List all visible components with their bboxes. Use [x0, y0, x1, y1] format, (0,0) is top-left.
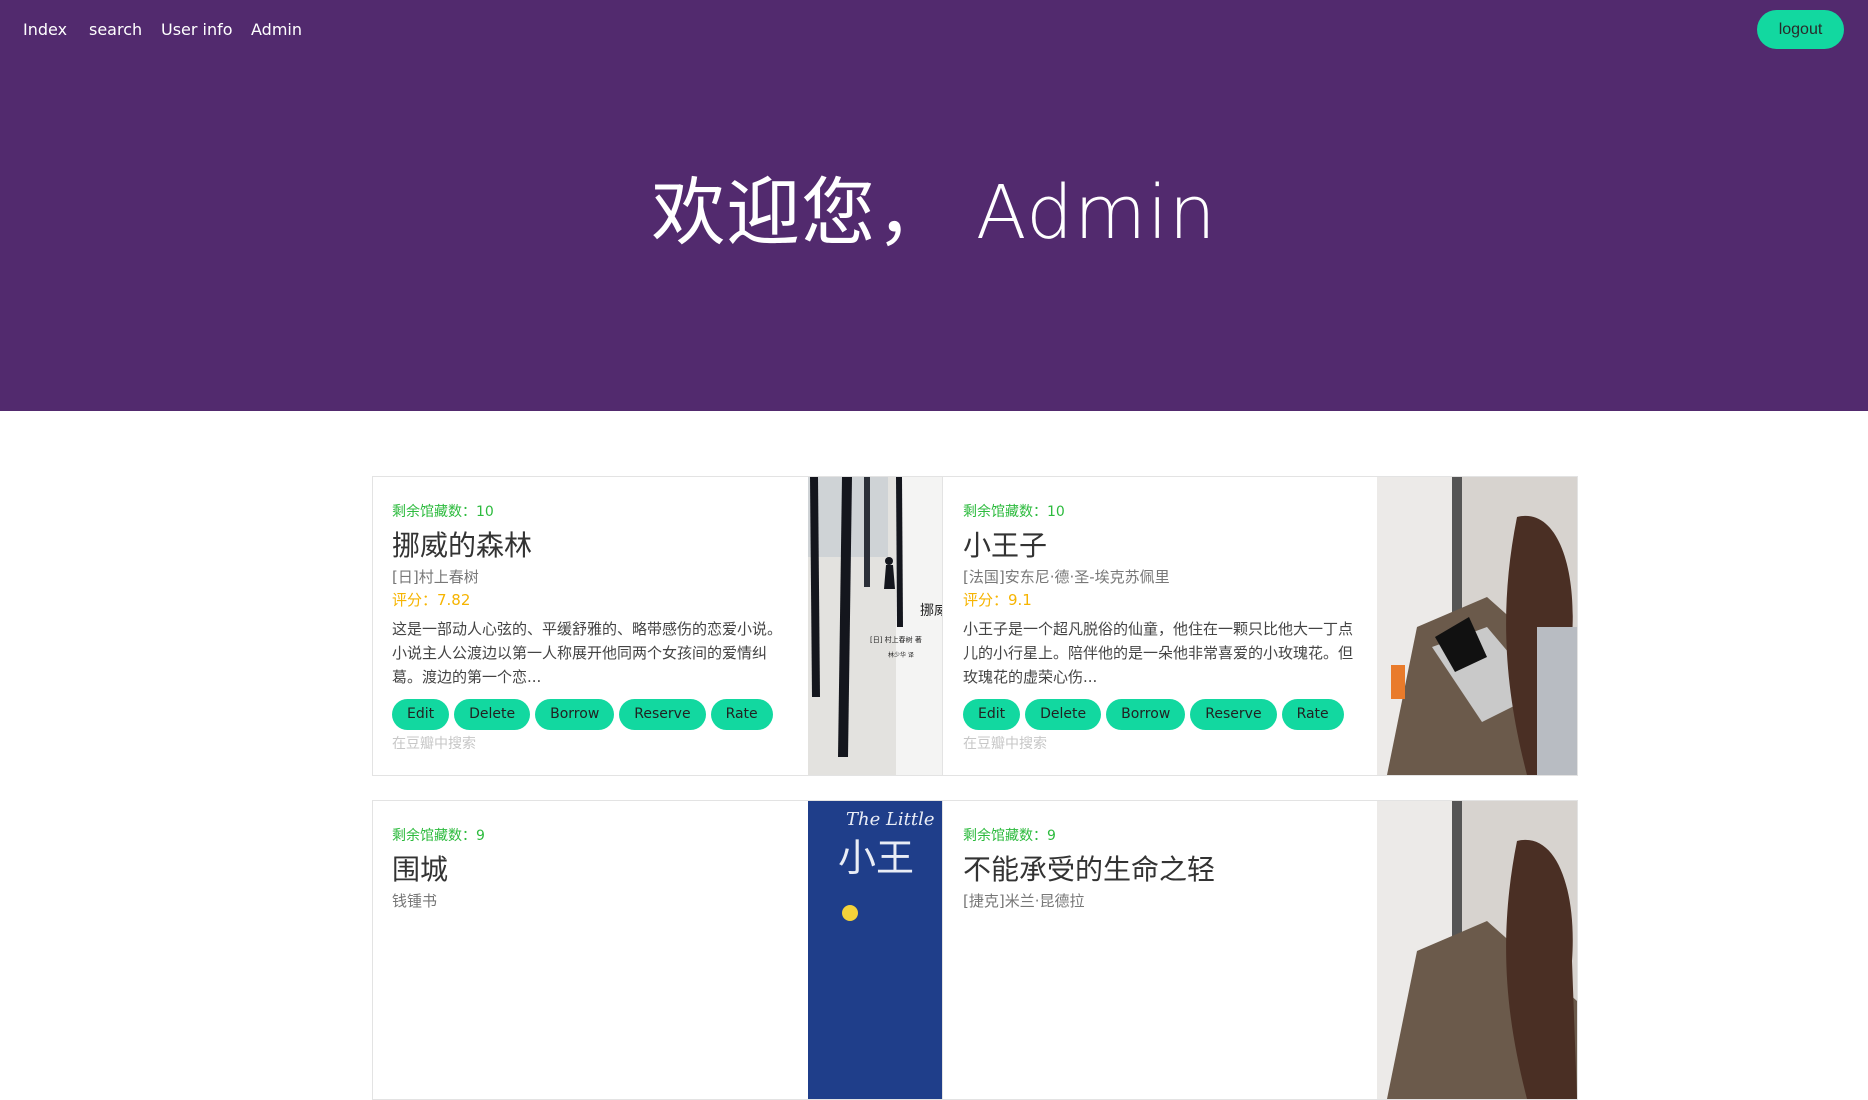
book-description: 小王子是一个超凡脱俗的仙童，他住在一颗只比他大一丁点儿的小行星上。陪伴他的是一朵…	[963, 620, 1354, 686]
stock-count: 剩余馆藏数：9	[963, 828, 1056, 844]
book-author: [日]村上春树	[392, 568, 479, 586]
book-title: 小王子	[963, 529, 1048, 562]
book-rating: 评分：7.82	[392, 591, 471, 609]
laptop-photo-art	[1377, 477, 1577, 775]
nav-user-info-link[interactable]: User info	[161, 20, 233, 39]
book-title: 围城	[392, 853, 449, 886]
book-author: [法国]安东尼·德·圣-埃克苏佩里	[963, 568, 1170, 586]
welcome-heading: 欢迎您， Admin	[651, 170, 1217, 256]
rate-button[interactable]: Rate	[710, 699, 773, 730]
reserve-button[interactable]: Reserve	[1190, 699, 1277, 730]
book-description: 这是一部动人心弦的、平缓舒雅的、略带感伤的恋爱小说。小说主人公渡边以第一人称展开…	[392, 620, 783, 686]
book-cover-image	[1377, 477, 1577, 775]
nav-search-link[interactable]: search	[89, 20, 142, 39]
little-prince-cover-art: The Little 小王	[808, 801, 943, 1099]
delete-button[interactable]: Delete	[454, 699, 531, 730]
nav-index-link[interactable]: Index	[23, 20, 67, 39]
reserve-button[interactable]: Reserve	[619, 699, 706, 730]
little-prince-script: The Little	[846, 809, 935, 830]
book-title: 不能承受的生命之轻	[963, 853, 1216, 886]
book-cover-image: The Little 小王	[808, 801, 943, 1099]
book-card: 剩余馆藏数：9 不能承受的生命之轻 [捷克]米兰·昆德拉	[942, 800, 1578, 1100]
book-actions: Edit Delete Borrow Reserve Rate	[963, 699, 1349, 730]
douban-search-link[interactable]: 在豆瓣中搜索	[392, 733, 476, 753]
forest-cover-translator: 林少华 译	[888, 651, 914, 659]
book-card: 剩余馆藏数：10 小王子 [法国]安东尼·德·圣-埃克苏佩里 评分：9.1 小王…	[942, 476, 1578, 776]
delete-button[interactable]: Delete	[1025, 699, 1102, 730]
nav-admin-link[interactable]: Admin	[251, 20, 302, 39]
book-card: 剩余馆藏数：10 挪威的森林 [日]村上春树 评分：7.82 这是一部动人心弦的…	[372, 476, 944, 776]
hero-banner: Index search User info Admin logout 欢迎您，…	[0, 0, 1868, 411]
book-card: 剩余馆藏数：9 围城 钱锺书 The Little 小王	[372, 800, 944, 1100]
borrow-button[interactable]: Borrow	[535, 699, 615, 730]
forest-cover-art: 挪威 [日] 村上春树 著 林少华 译	[808, 477, 943, 775]
book-author: [捷克]米兰·昆德拉	[963, 892, 1085, 910]
stock-count: 剩余馆藏数：10	[392, 504, 494, 520]
logout-button[interactable]: logout	[1757, 10, 1844, 49]
book-cover-image	[1377, 801, 1577, 1099]
borrow-button[interactable]: Borrow	[1106, 699, 1186, 730]
forest-cover-title: 挪威	[920, 603, 943, 619]
book-author: 钱锺书	[392, 892, 438, 910]
book-rating: 评分：9.1	[963, 591, 1032, 609]
rate-button[interactable]: Rate	[1281, 699, 1344, 730]
douban-search-link[interactable]: 在豆瓣中搜索	[963, 733, 1047, 753]
little-prince-cn: 小王	[838, 836, 914, 880]
book-actions: Edit Delete Borrow Reserve Rate	[392, 699, 778, 730]
stock-count: 剩余馆藏数：10	[963, 504, 1065, 520]
book-cover-image: 挪威 [日] 村上春树 著 林少华 译	[808, 477, 943, 775]
forest-cover-author: [日] 村上春树 著	[870, 635, 922, 644]
edit-button[interactable]: Edit	[392, 699, 450, 730]
top-nav: Index search User info Admin logout	[0, 0, 1868, 58]
laptop-photo-art	[1377, 801, 1577, 1099]
stock-count: 剩余馆藏数：9	[392, 828, 485, 844]
book-title: 挪威的森林	[392, 529, 533, 562]
edit-button[interactable]: Edit	[963, 699, 1021, 730]
